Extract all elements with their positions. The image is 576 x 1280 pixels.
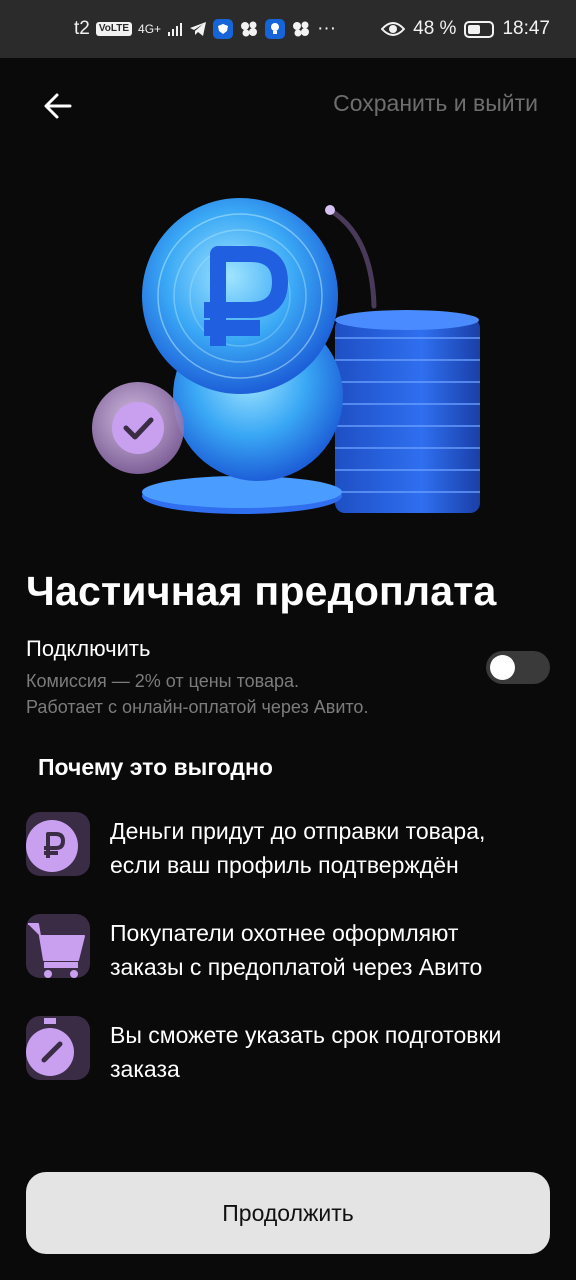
eye-icon (381, 21, 406, 37)
volte-badge: VoLTE (95, 22, 133, 36)
top-nav: Сохранить и выйти (0, 80, 576, 128)
cluster-app-icon-2 (291, 20, 311, 38)
ruble-icon (26, 812, 90, 876)
check-badge-icon (92, 382, 184, 474)
carrier-label: t2 (74, 18, 90, 39)
benefit-line: если ваш профиль подтверждён (110, 852, 459, 878)
benefit-item: Деньги придут до отправки товара, если в… (26, 812, 556, 882)
benefit-text: Покупатели охотнее оформляют заказы с пр… (110, 916, 550, 984)
telegram-icon (189, 21, 207, 37)
network-type: 4G+ (138, 22, 162, 36)
benefit-line: Деньги придут до отправки товара, (110, 818, 486, 844)
more-notifications: ··· (317, 18, 337, 39)
connect-description: Комиссия — 2% от цены товара. Работает с… (26, 668, 368, 720)
hero-illustration (80, 196, 500, 536)
status-left: t2 VoLTE 4G+ ··· (74, 18, 336, 40)
why-title: Почему это выгодно (38, 754, 273, 780)
shield-app-icon (213, 19, 234, 39)
coin-stack-icon (335, 310, 480, 513)
benefit-line: Покупатели охотнее оформляют (110, 920, 459, 946)
cluster-app-icon (239, 20, 259, 38)
benefit-text: Вы сможете указать срок подготовки заказ… (110, 1018, 550, 1086)
benefit-item: Вы сможете указать срок подготовки заказ… (26, 1016, 556, 1086)
cart-icon (26, 914, 90, 978)
timer-icon (26, 1016, 90, 1080)
bulb-app-icon (265, 19, 286, 39)
connect-label: Подключить (26, 636, 151, 661)
arrow-left-icon (44, 93, 72, 119)
status-right: 48 % 18:47 (381, 18, 550, 40)
back-button[interactable] (36, 84, 80, 128)
ruble-coin-icon (142, 198, 338, 394)
status-bar: t2 VoLTE 4G+ ··· 48 % 18:47 (0, 0, 576, 58)
benefit-line: заказы с предоплатой через Авито (110, 954, 483, 980)
page-title: Частичная предоплата (26, 568, 497, 614)
benefit-line: Вы сможете указать срок подготовки (110, 1022, 502, 1048)
save-and-exit-link[interactable]: Сохранить и выйти (333, 90, 538, 117)
toggle-knob (490, 655, 515, 680)
continue-button[interactable]: Продолжить (26, 1172, 550, 1254)
works-with-text: Работает с онлайн-оплатой через Авито. (26, 697, 369, 717)
battery-percent: 48 % (413, 18, 457, 39)
commission-text: Комиссия — 2% от цены товара. (26, 671, 300, 691)
benefit-text: Деньги придут до отправки товара, если в… (110, 814, 550, 882)
benefit-item: Покупатели охотнее оформляют заказы с пр… (26, 914, 556, 984)
clock: 18:47 (502, 18, 550, 39)
benefit-line: заказа (110, 1056, 180, 1082)
signal-icon (167, 21, 183, 37)
battery-icon (464, 20, 495, 38)
prepayment-toggle[interactable] (486, 651, 550, 684)
